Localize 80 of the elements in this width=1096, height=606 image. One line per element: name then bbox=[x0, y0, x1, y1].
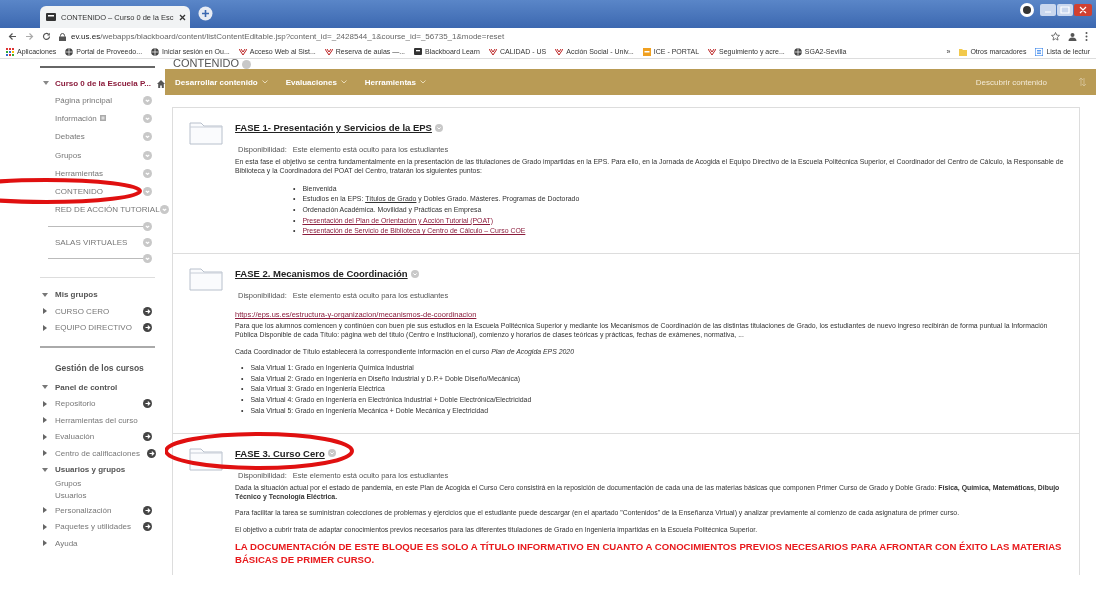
menu-arrow-icon[interactable] bbox=[143, 522, 152, 532]
tree-item[interactable]: Personalización bbox=[55, 505, 136, 515]
page-icon bbox=[46, 13, 56, 21]
course-menu-link[interactable]: CONTENIDO bbox=[55, 187, 103, 197]
caret-right-icon[interactable] bbox=[42, 450, 48, 457]
tree-item[interactable]: Grupos bbox=[55, 479, 152, 489]
tree-item[interactable]: EQUIPO DIRECTIVO bbox=[55, 323, 136, 333]
tree-item[interactable]: Usuarios bbox=[55, 491, 152, 501]
chevron-down-icon bbox=[419, 80, 426, 84]
tree-item[interactable]: Panel de control bbox=[55, 382, 152, 392]
home-icon[interactable] bbox=[156, 79, 165, 88]
folder-icon bbox=[189, 266, 223, 292]
menu-arrow-icon[interactable] bbox=[143, 323, 152, 333]
course-menu-title[interactable]: Curso 0 de la Escuela P... bbox=[55, 79, 151, 88]
course-menu-link[interactable]: Debates bbox=[55, 132, 85, 142]
crest-icon bbox=[238, 47, 247, 56]
list-icon bbox=[1035, 47, 1044, 56]
caret-right-icon[interactable] bbox=[42, 540, 48, 547]
menu-arrow-icon[interactable] bbox=[143, 432, 152, 442]
menu-arrow-icon[interactable] bbox=[146, 448, 156, 458]
caret-right-icon[interactable] bbox=[42, 400, 48, 407]
caret-right-icon[interactable] bbox=[42, 417, 48, 424]
caret-down-icon[interactable] bbox=[42, 291, 48, 298]
crest-icon bbox=[488, 47, 497, 56]
lock-icon bbox=[59, 32, 66, 41]
folder-icon bbox=[959, 47, 968, 56]
caret-right-icon[interactable] bbox=[42, 523, 48, 530]
tree-item[interactable]: Herramientas del curso bbox=[55, 415, 152, 425]
course-menu-link[interactable]: Información bbox=[55, 113, 97, 123]
course-menu-link[interactable]: Página principal bbox=[55, 95, 112, 105]
chevron-down-icon bbox=[340, 80, 347, 84]
course-menu-link[interactable]: RED DE ACCIÓN TUTORIAL bbox=[55, 205, 160, 215]
tree-item[interactable]: Repositorio bbox=[55, 399, 136, 409]
tree-item[interactable]: Paquetes y utilidades bbox=[55, 522, 136, 532]
globe-icon bbox=[65, 47, 74, 56]
new-tab-icon[interactable] bbox=[198, 6, 213, 21]
crest-icon bbox=[555, 47, 564, 56]
warning-text: LA DOCUMENTACIÓN DE ESTE BLOQUE ES SOLO A TÍTULO INFORMATIVO EN CUANTO A CONOCIMIENTOS PREVIOS NECESARIOS PARA AFRONTAR CON ÉXITO LAS MATERIAS BÁSICAS DE PRIMER CURSO. bbox=[235, 540, 1063, 567]
tree-item[interactable]: Centro de calificaciones bbox=[55, 448, 140, 458]
caret-down-icon[interactable] bbox=[43, 81, 49, 86]
globe-icon bbox=[151, 47, 160, 56]
caret-right-icon[interactable] bbox=[42, 507, 48, 514]
back-arrow-icon[interactable] bbox=[8, 32, 17, 41]
star-icon[interactable] bbox=[1051, 32, 1060, 41]
tree-item[interactable]: Ayuda bbox=[55, 538, 152, 548]
menu-arrow-icon[interactable] bbox=[143, 306, 152, 316]
course-menu-link[interactable]: SALAS VIRTUALES bbox=[55, 237, 128, 247]
tree-item[interactable]: CURSO CERO bbox=[55, 306, 136, 316]
caret-down-icon[interactable] bbox=[42, 384, 48, 391]
profile-icon[interactable] bbox=[1068, 32, 1077, 41]
close-icon[interactable] bbox=[178, 13, 186, 21]
item-title[interactable]: FASE 1- Presentación y Servicios de la EPS bbox=[235, 122, 432, 133]
section-heading: Gestión de los cursos bbox=[54, 361, 145, 375]
account-icon[interactable] bbox=[1020, 3, 1034, 17]
reload-icon[interactable] bbox=[42, 32, 51, 41]
window-controls-icon[interactable] bbox=[1040, 3, 1092, 17]
item-title[interactable]: FASE 2. Mecanismos de Coordinación bbox=[235, 268, 408, 280]
caret-right-icon[interactable] bbox=[42, 308, 48, 315]
apps-grid-icon bbox=[6, 47, 14, 56]
more-vert-icon[interactable] bbox=[1085, 32, 1088, 41]
globe-icon bbox=[793, 47, 802, 56]
url-field[interactable]: ev.us.es/webapps/blackboard/content/listContentEditable.jsp?content_id=_2428544_1&course_id=_56735_1&mode=reset bbox=[71, 32, 505, 41]
tree-item[interactable]: Evaluación bbox=[55, 432, 136, 442]
chevron-down-icon bbox=[261, 80, 268, 84]
crest-icon bbox=[324, 47, 333, 56]
tree-item[interactable]: Usuarios y grupos bbox=[55, 465, 152, 475]
tree-item[interactable]: Mis grupos bbox=[55, 290, 152, 300]
caret-down-icon[interactable] bbox=[42, 466, 48, 473]
folder-icon bbox=[189, 120, 223, 145]
menu-arrow-icon[interactable] bbox=[143, 505, 152, 515]
page-icon bbox=[414, 47, 423, 56]
page-title: CONTENIDO bbox=[173, 59, 239, 69]
caret-right-icon[interactable] bbox=[42, 324, 48, 331]
course-menu-link[interactable]: Herramientas bbox=[55, 168, 103, 178]
crest-icon bbox=[708, 47, 717, 56]
caret-right-icon[interactable] bbox=[42, 433, 48, 440]
ice-logo-icon bbox=[642, 47, 651, 56]
course-menu-link[interactable]: Grupos bbox=[55, 150, 82, 160]
item-title[interactable]: FASE 3. Curso Cero bbox=[235, 447, 325, 459]
menu-arrow-icon[interactable] bbox=[143, 399, 152, 409]
